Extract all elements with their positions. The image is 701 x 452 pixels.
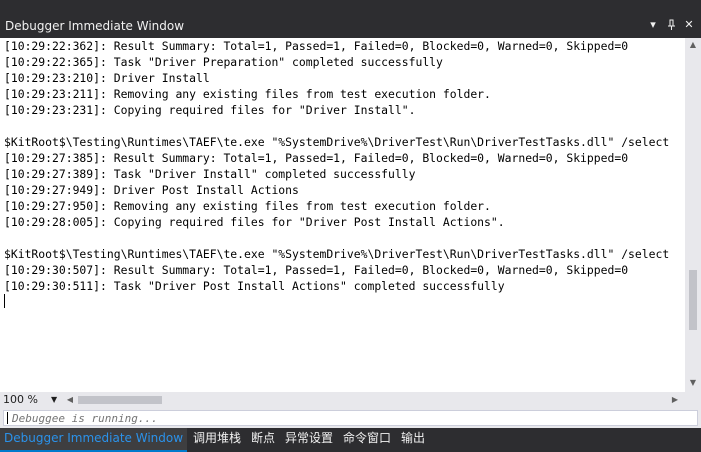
command-input[interactable] — [12, 411, 672, 425]
immediate-output-pane[interactable]: [10:29:22:362]: Result Summary: Total=1,… — [0, 38, 685, 392]
output-line: $KitRoot$\Testing\Runtimes\TAEF\te.exe "… — [4, 247, 670, 261]
tab-breakpoints[interactable]: 断点 — [251, 428, 275, 450]
tab-command-window[interactable]: 命令窗口 — [343, 428, 391, 450]
output-line: [10:29:30:511]: Task "Driver Post Instal… — [4, 279, 505, 293]
scroll-down-icon[interactable]: ▼ — [685, 376, 701, 390]
scroll-left-icon[interactable]: ◀ — [64, 392, 76, 408]
close-icon[interactable]: ✕ — [681, 16, 697, 34]
vertical-scroll-thumb[interactable] — [689, 270, 697, 330]
command-input-box[interactable] — [3, 410, 698, 426]
tool-window-tabbar: Debugger Immediate Window 调用堆栈 断点 异常设置 命… — [0, 428, 701, 452]
output-line: [10:29:27:950]: Removing any existing fi… — [4, 199, 491, 213]
text-caret — [4, 294, 5, 308]
output-line: [10:29:30:507]: Result Summary: Total=1,… — [4, 263, 629, 277]
output-line: [10:29:27:389]: Task "Driver Install" co… — [4, 167, 416, 181]
chevron-down-icon[interactable]: ▼ — [51, 392, 57, 408]
window-title: Debugger Immediate Window — [5, 19, 185, 33]
output-line: [10:29:23:210]: Driver Install — [4, 71, 210, 85]
window-menu-dropdown-icon[interactable]: ▾ — [645, 16, 661, 34]
output-line: [10:29:28:005]: Copying required files f… — [4, 215, 505, 229]
input-bar — [0, 408, 701, 428]
scroll-up-icon[interactable]: ▲ — [685, 38, 701, 52]
output-line: [10:29:27:949]: Driver Post Install Acti… — [4, 183, 299, 197]
output-line: [10:29:22:365]: Task "Driver Preparation… — [4, 55, 443, 69]
tab-exception-settings[interactable]: 异常设置 — [285, 428, 333, 450]
input-caret — [7, 412, 8, 424]
tab-debugger-immediate-window[interactable]: Debugger Immediate Window — [0, 428, 188, 452]
horizontal-bar: 100 % ▼ ◀ ▶ — [0, 392, 701, 408]
vertical-scrollbar[interactable]: ▲ ▼ — [685, 38, 701, 392]
pin-icon[interactable] — [663, 16, 679, 34]
output-line: [10:29:22:362]: Result Summary: Total=1,… — [4, 39, 629, 53]
output-line: [10:29:23:231]: Copying required files f… — [4, 103, 416, 117]
output-line: $KitRoot$\Testing\Runtimes\TAEF\te.exe "… — [4, 135, 670, 149]
output-line: [10:29:27:385]: Result Summary: Total=1,… — [4, 151, 629, 165]
output-line: [10:29:23:211]: Removing any existing fi… — [4, 87, 491, 101]
window-titlebar: Debugger Immediate Window ▾ ✕ — [0, 0, 701, 38]
tab-call-stack[interactable]: 调用堆栈 — [193, 428, 241, 450]
horizontal-scroll-thumb[interactable] — [78, 396, 162, 404]
tab-output[interactable]: 输出 — [401, 428, 425, 450]
zoom-level: 100 % — [3, 393, 38, 406]
zoom-selector[interactable]: 100 % ▼ — [3, 392, 61, 408]
scroll-right-icon[interactable]: ▶ — [669, 392, 681, 408]
